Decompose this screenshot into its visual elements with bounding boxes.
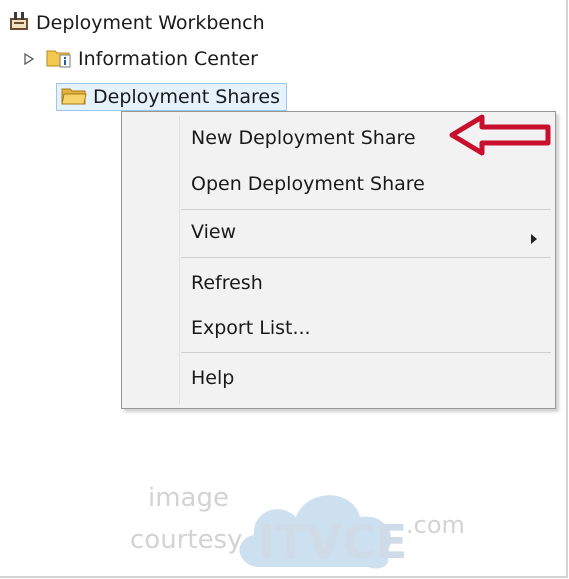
watermark-line1: image (148, 483, 229, 513)
watermark: image courtesy ITVCE .com (130, 475, 478, 575)
menu-separator (181, 352, 551, 353)
menu-item-label: Open Deployment Share (191, 173, 425, 195)
menu-item-label: Help (191, 367, 235, 389)
tree-node-deployment-shares[interactable]: Deployment Shares (56, 83, 287, 111)
tree-node-information-center[interactable]: Information Center (22, 46, 258, 72)
menu-item-help[interactable]: Help (180, 358, 551, 398)
menu-item-export-list[interactable]: Export List... (180, 308, 551, 348)
menu-item-refresh[interactable]: Refresh (180, 263, 551, 303)
tree-node-label: Deployment Workbench (36, 12, 265, 34)
menu-item-label: New Deployment Share (191, 127, 416, 149)
folder-icon (61, 84, 87, 111)
red-arrow-icon (448, 113, 554, 161)
watermark-suffix: .com (406, 511, 465, 539)
menu-separator (181, 257, 551, 258)
tree-node-deployment-workbench[interactable]: Deployment Workbench (8, 10, 265, 36)
menu-item-open-deployment-share[interactable]: Open Deployment Share (180, 164, 551, 204)
expand-arrow-icon[interactable] (22, 46, 36, 72)
tree-node-label: Information Center (78, 48, 258, 70)
tree-node-label: Deployment Shares (93, 86, 280, 108)
watermark-brand: ITVCE (258, 515, 408, 569)
menu-separator (181, 209, 551, 210)
watermark-line2: courtesy (130, 525, 243, 555)
folder-info-icon (46, 46, 72, 73)
submenu-arrow-icon (531, 227, 537, 249)
menu-item-view[interactable]: View (180, 212, 551, 252)
workbench-icon (8, 10, 30, 37)
menu-item-label: View (191, 221, 237, 243)
menu-item-label: Export List... (191, 317, 311, 339)
menu-item-label: Refresh (191, 272, 263, 294)
mmc-tree-pane: Deployment Workbench Information Center (0, 0, 568, 578)
